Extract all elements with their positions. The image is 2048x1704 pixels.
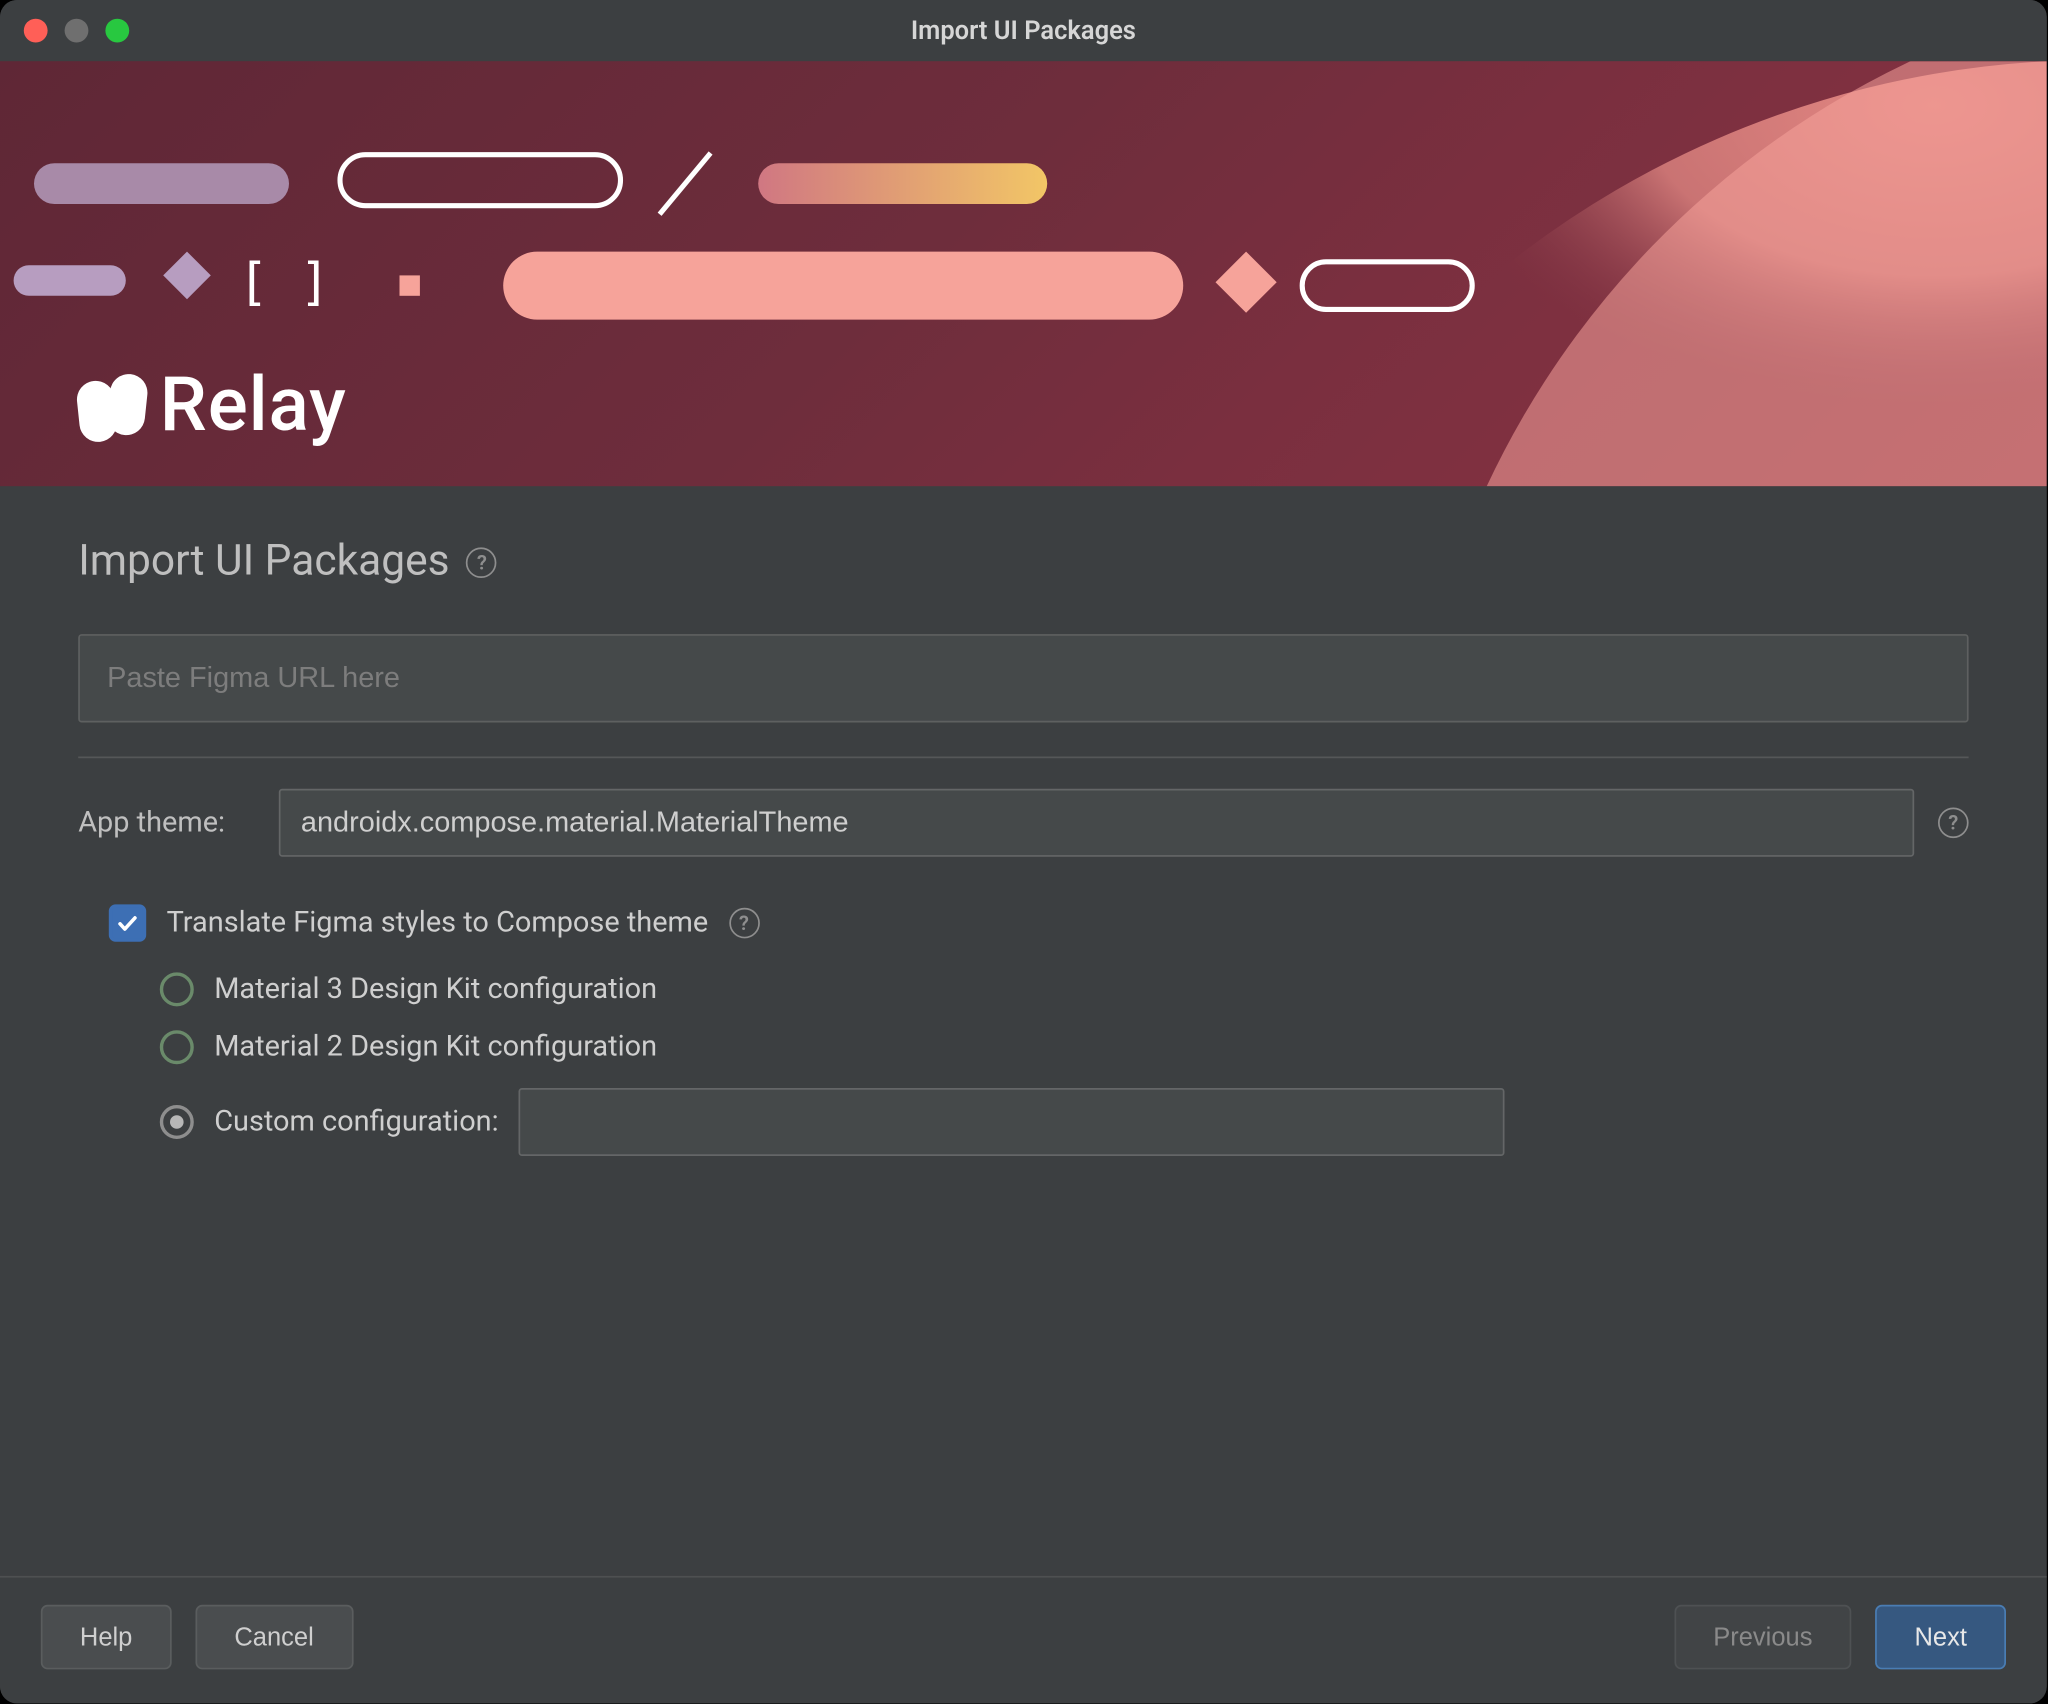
custom-config-input[interactable] (519, 1088, 1505, 1156)
next-button[interactable]: Next (1875, 1605, 2006, 1670)
window-minimize-button[interactable] (65, 19, 89, 43)
app-theme-help-icon[interactable]: ? (1938, 808, 1969, 839)
radio-material2[interactable] (160, 1030, 194, 1064)
svg-text:[ ]: [ ] (238, 253, 330, 312)
page-title: Import UI Packages (78, 537, 449, 586)
radio-custom-label: Custom configuration: (214, 1105, 498, 1139)
relay-logo: Relay (78, 360, 346, 448)
relay-logo-icon (78, 374, 146, 435)
dialog-window: Import UI Packages (0, 0, 2047, 1703)
app-theme-label: App theme: (78, 806, 255, 840)
radio-material3-label: Material 3 Design Kit configuration (214, 972, 657, 1006)
previous-button[interactable]: Previous (1674, 1605, 1851, 1670)
divider (78, 757, 1968, 759)
dialog-footer: Help Cancel Previous Next (0, 1576, 2047, 1704)
banner: [ ] Relay (0, 61, 2047, 486)
radio-material3[interactable] (160, 972, 194, 1006)
traffic-lights (24, 19, 129, 43)
page-title-help-icon[interactable]: ? (467, 547, 498, 578)
relay-logo-text: Relay (160, 360, 347, 448)
translate-styles-checkbox[interactable] (109, 904, 146, 941)
config-radio-group: Material 3 Design Kit configuration Mate… (160, 972, 1969, 1156)
check-icon (116, 911, 140, 935)
translate-styles-label: Translate Figma styles to Compose theme (167, 906, 709, 940)
translate-styles-help-icon[interactable]: ? (729, 908, 760, 939)
window-maximize-button[interactable] (105, 19, 129, 43)
cancel-button[interactable]: Cancel (195, 1605, 353, 1670)
radio-custom[interactable] (160, 1105, 194, 1139)
radio-material2-label: Material 2 Design Kit configuration (214, 1030, 657, 1064)
app-theme-input[interactable] (279, 789, 1914, 857)
figma-url-input[interactable] (78, 634, 1968, 722)
window-title: Import UI Packages (911, 15, 1136, 46)
dialog-content: Import UI Packages ? App theme: ? Transl… (0, 486, 2047, 1576)
help-button[interactable]: Help (41, 1605, 172, 1670)
titlebar: Import UI Packages (0, 0, 2047, 61)
window-close-button[interactable] (24, 19, 48, 43)
